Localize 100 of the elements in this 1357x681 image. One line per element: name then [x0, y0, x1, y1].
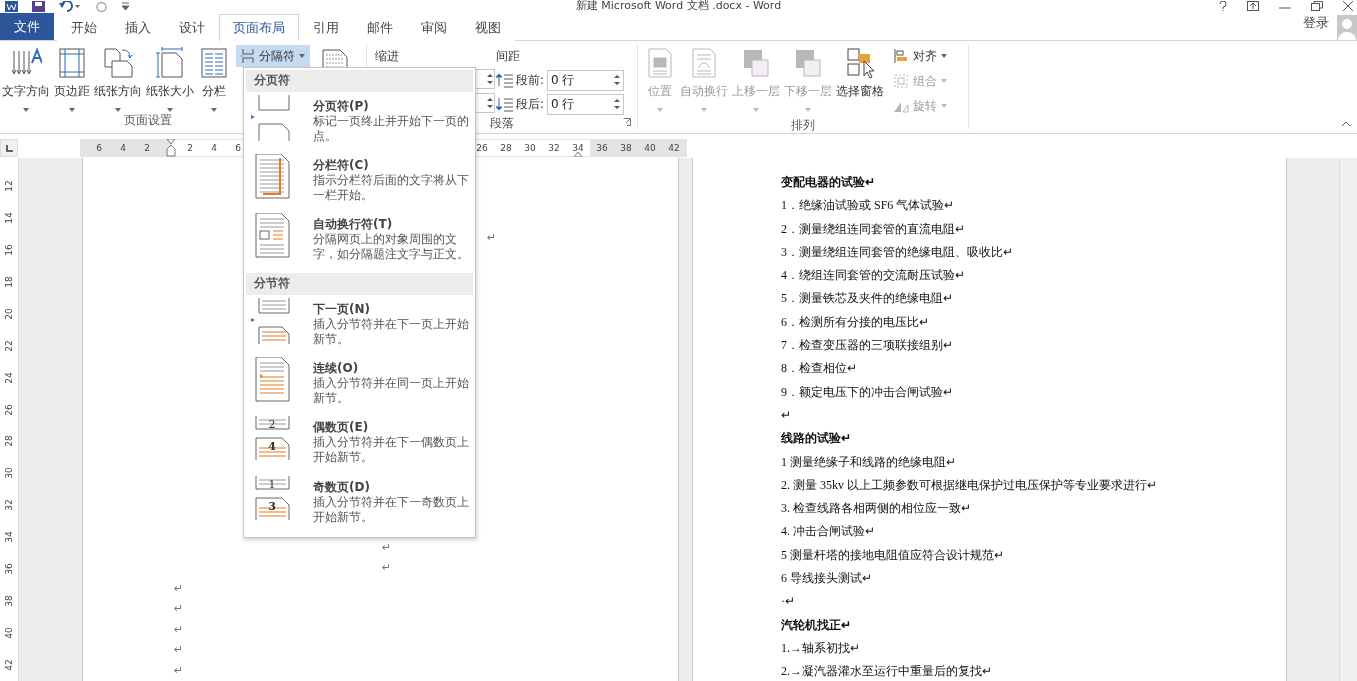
- help-icon[interactable]: [1219, 1, 1227, 11]
- menu-item[interactable]: 自动换行符(T) 分隔网页上的对象周围的文字，如分隔题注文字与正文。: [246, 213, 473, 273]
- customize-caret-icon[interactable]: [122, 2, 129, 10]
- window-title: 新建 Microsoft Word 文档 .docx - Word: [575, 0, 782, 12]
- section-heading: 汽轮机找正↵: [781, 616, 852, 634]
- group-icon: [893, 73, 909, 89]
- list-item: ·↵: [781, 593, 796, 611]
- undo-icon[interactable]: [59, 0, 81, 12]
- ruler-number: 4: [210, 143, 218, 153]
- list-item: 3. 检查线路各相两侧的相位应一致↵: [781, 500, 972, 518]
- file-tab[interactable]: 文件: [0, 13, 54, 40]
- paragraph-mark: ↵: [382, 539, 393, 556]
- spinner-icon[interactable]: [613, 73, 622, 87]
- ribbon-button[interactable]: 文字方向: [0, 45, 52, 112]
- caret-icon: [701, 108, 707, 112]
- ribbon-button[interactable]: 选择窗格: [834, 45, 886, 100]
- ruler-number: 40: [4, 627, 14, 639]
- spinner-icon[interactable]: [613, 97, 622, 111]
- indent-marker-icon[interactable]: [166, 139, 176, 157]
- ruler-number: 26: [475, 143, 489, 153]
- pages-icon: [102, 47, 134, 79]
- ruler-number: 38: [619, 143, 633, 153]
- ruler-number: 34: [4, 531, 14, 543]
- ruler-number: 32: [4, 499, 14, 512]
- caret-icon: [299, 54, 305, 58]
- list-item: 5 测量杆塔的接地电阻值应符合设计规范↵: [781, 546, 1005, 564]
- list-item: ↵: [781, 406, 792, 424]
- list-item: 2.→凝汽器灌水至运行中重量后的复找↵: [781, 663, 993, 681]
- ruler-number: 20: [4, 308, 14, 320]
- caret-icon: [115, 108, 121, 112]
- ruler-number: 2: [186, 143, 194, 153]
- ribbon-button[interactable]: 分栏: [196, 45, 232, 112]
- group-label: 排列: [791, 117, 815, 134]
- ruler-number: 36: [4, 563, 14, 575]
- ruler-number: 28: [499, 143, 513, 153]
- ribbon-display-icon[interactable]: [1247, 1, 1259, 11]
- breaks-button[interactable]: 分隔符: [236, 45, 310, 67]
- ruler-number: 38: [4, 595, 14, 607]
- list-item: 1．绝缘油试验或 SF6 气体试验↵: [781, 197, 956, 215]
- ruler-number: 34: [571, 143, 585, 153]
- page-break-icon: [251, 94, 291, 141]
- page-icon: [154, 47, 186, 79]
- scrollbar[interactable]: [1339, 158, 1357, 681]
- list-item: 4. 冲击合闸试验↵: [781, 523, 876, 541]
- dialog-launcher-icon[interactable]: [623, 118, 631, 126]
- collapse-ribbon-icon[interactable]: [1341, 121, 1351, 127]
- spinner-icon[interactable]: [486, 96, 494, 110]
- spacing-before-icon: [496, 72, 513, 88]
- spacing-label: 段后:: [516, 95, 545, 113]
- caret-icon: [211, 108, 217, 112]
- ribbon-button[interactable]: 纸张方向: [92, 45, 144, 112]
- save-icon[interactable]: [32, 0, 45, 12]
- close-icon[interactable]: [1343, 1, 1353, 11]
- spacing-field[interactable]: 0 行: [547, 93, 625, 115]
- list-item: 9．额定电压下的冲击合闸试验↵: [781, 383, 954, 401]
- list-item: 4．绕组连同套管的交流耐压试验↵: [781, 267, 966, 285]
- list-item: 6 导线接头测试↵: [781, 570, 873, 588]
- ruler-number: 42: [667, 143, 681, 153]
- list-item: 1.→轴系初找↵: [781, 639, 861, 657]
- menu-item[interactable]: 2 4 偶数页(E) 插入分节符并在下一偶数页上开始新节。: [246, 416, 473, 476]
- paragraph-mark: ↵: [382, 560, 393, 576]
- ruler-number: 26: [4, 403, 14, 416]
- restore-icon[interactable]: [1311, 1, 1323, 11]
- list-item: 2. 测量 35kv 以上工频参数可根据继电保护过电压保护等专业要求进行↵: [781, 476, 1158, 494]
- next-page-icon: [251, 297, 291, 344]
- menu-item[interactable]: 分页符(P) 标记一页终止并开始下一页的点。: [246, 94, 473, 155]
- tab-selector[interactable]: [0, 139, 18, 157]
- ruler-number: 6: [234, 143, 242, 153]
- menu-item[interactable]: 分栏符(C) 指示分栏符后面的文字将从下一栏开始。: [246, 154, 473, 214]
- list-item: 8．检查相位↵: [781, 360, 858, 378]
- list-item: 6．检测所有分接的电压比↵: [781, 313, 930, 331]
- ribbon-button[interactable]: 对齐: [890, 45, 950, 67]
- ruler-number: 6: [95, 143, 103, 153]
- menu-section-header: 分节符: [246, 272, 473, 295]
- menu-item[interactable]: 1 3 奇数页(D) 插入分节符并在下一奇数页上开始新节。: [246, 475, 473, 536]
- ribbon-tab[interactable]: 页面布局: [219, 14, 299, 41]
- list-item: 7．检查变压器的三项联接组别↵: [781, 337, 954, 355]
- sign-in-link[interactable]: 登录: [1303, 14, 1329, 32]
- ruler-number: 32: [547, 143, 561, 153]
- paragraph-mark: ↵: [487, 230, 498, 246]
- ruler-number: 30: [4, 467, 14, 480]
- ruler-number: 30: [523, 143, 537, 153]
- menu-item[interactable]: 连续(O) 插入分节符并在同一页上开始新节。: [246, 356, 473, 417]
- group-label: 页面设置: [124, 112, 172, 129]
- columns-icon: [198, 47, 230, 79]
- caret-icon: [657, 108, 663, 112]
- spacing-field[interactable]: 0 行: [547, 69, 625, 91]
- ruler-number: 36: [595, 143, 609, 153]
- ribbon-button[interactable]: 页边距: [52, 45, 92, 112]
- ruler-number: 16: [4, 244, 14, 256]
- ruler-number: 4: [119, 143, 127, 153]
- caret-icon: [753, 108, 759, 112]
- spinner-icon[interactable]: [486, 72, 494, 86]
- section-heading: 变配电器的试验↵: [781, 174, 876, 191]
- ribbon-button[interactable]: 纸张大小: [144, 45, 196, 112]
- indent-label: 缩进: [375, 48, 400, 65]
- menu-item[interactable]: 下一页(N) 插入分节符并在下一页上开始新节。: [246, 297, 473, 357]
- ruler-number: 12: [4, 180, 14, 192]
- caret-icon: [69, 108, 75, 112]
- selection-pane-icon: [844, 47, 876, 79]
